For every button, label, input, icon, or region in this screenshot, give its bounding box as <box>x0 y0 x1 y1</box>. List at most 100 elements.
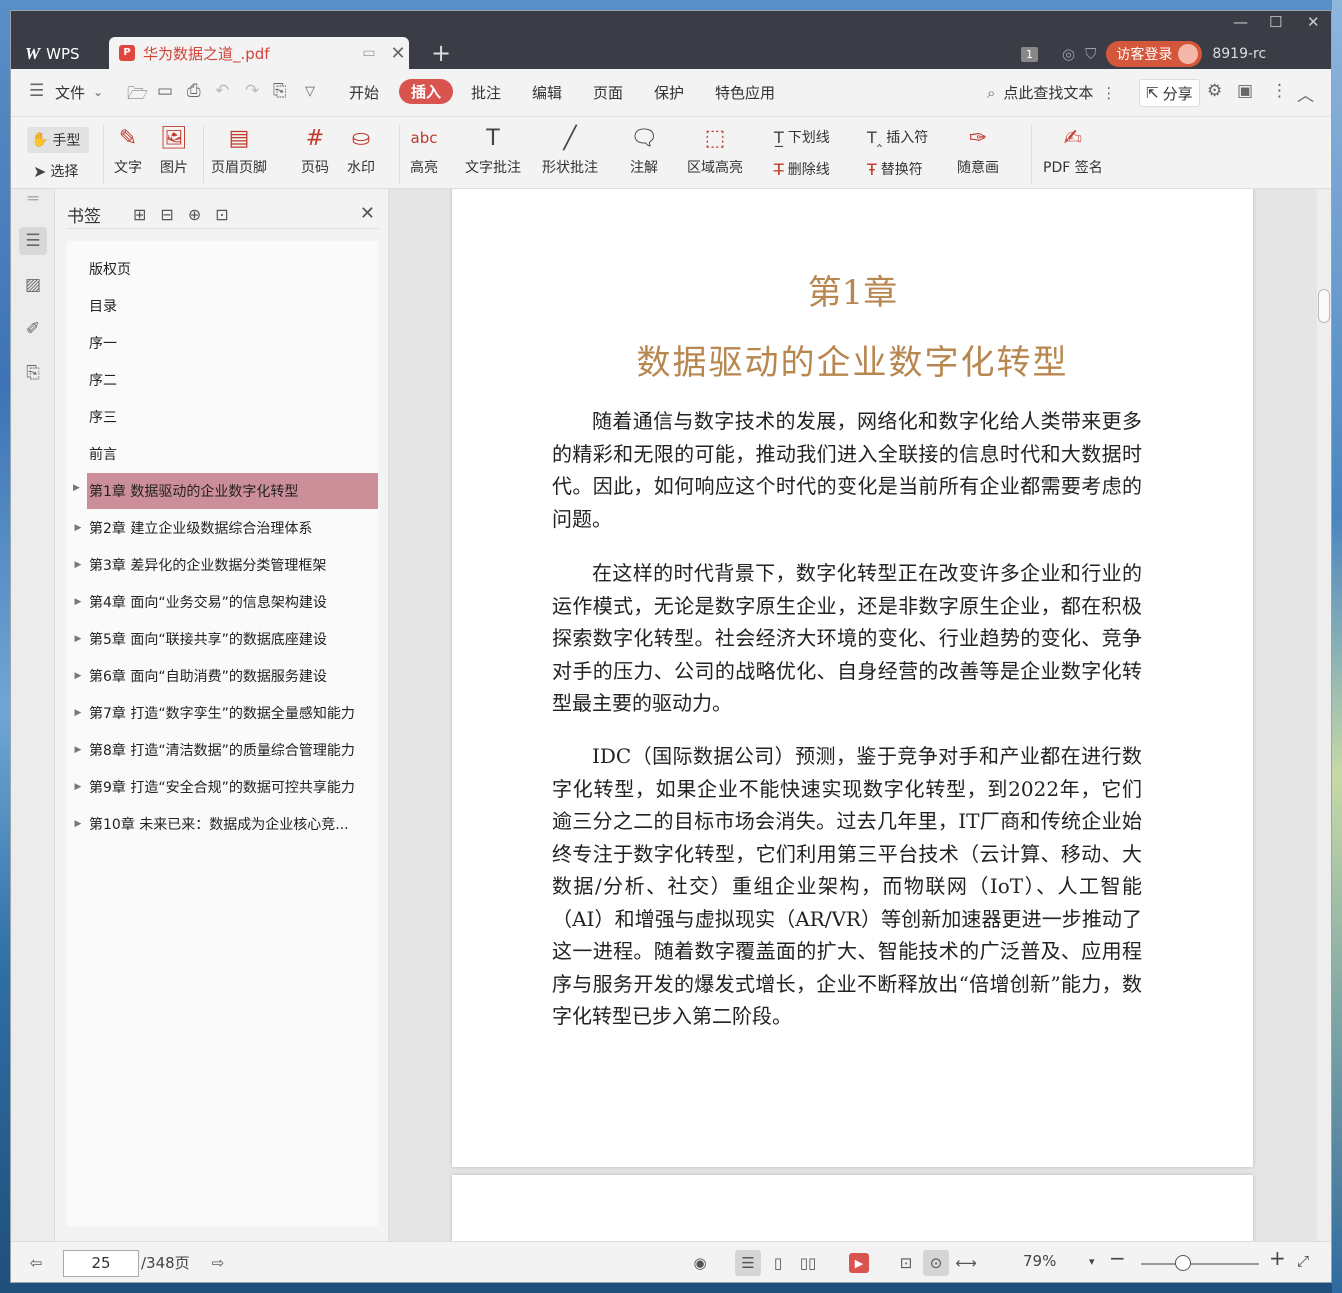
eye-protection-icon[interactable]: ◉ <box>687 1250 713 1276</box>
menu-edit[interactable]: 编辑 <box>532 82 562 103</box>
search-text-button[interactable]: ⌕ 点此查找文本 ⋮ <box>987 82 1116 103</box>
expand-arrow-icon[interactable]: ▶ <box>67 745 89 755</box>
menu-insert[interactable]: 插入 <box>399 79 454 104</box>
header-footer-button[interactable]: ▤ 页眉页脚 <box>211 123 267 177</box>
bookmark-item[interactable]: ▶ 第4章 面向“业务交易”的信息架构建设 <box>67 584 378 620</box>
bookmark-item[interactable]: ▶ 第8章 打造“清洁数据”的质量综合管理能力 <box>67 732 378 768</box>
bookmark-item[interactable]: 序三 <box>67 399 378 435</box>
file-menu[interactable]: 文件 <box>55 82 85 103</box>
hand-tool-button[interactable]: ✋ 手型 <box>27 127 89 153</box>
bookmark-item[interactable]: ▶ 第7章 打造“数字孪生”的数据全量感知能力 <box>67 695 378 731</box>
expand-arrow-icon[interactable]: ▶ <box>67 560 89 570</box>
bookmark-item[interactable]: ▶ 第6章 面向“自助消费”的数据服务建设 <box>67 658 378 694</box>
print-icon[interactable]: ⎙ <box>187 81 201 101</box>
insert-image-button[interactable]: 🖼 图片 <box>159 123 189 177</box>
bookmark-item[interactable]: ▶ 第3章 差异化的企业数据分类管理框架 <box>67 547 378 583</box>
expand-arrow-icon[interactable]: ▶ <box>67 597 89 607</box>
collapse-ribbon-icon[interactable]: ︿ <box>1297 81 1314 106</box>
close-window-icon[interactable]: ✕ <box>1307 13 1320 31</box>
bookmark-item[interactable]: 目录 <box>67 288 378 324</box>
more-quick-icon[interactable]: ▽ <box>305 84 315 99</box>
select-tool-button[interactable]: ➤ 选择 <box>33 161 78 181</box>
more-options-icon[interactable]: ⋮ <box>1271 81 1288 101</box>
new-tab-button[interactable]: + <box>431 39 451 67</box>
open-folder-icon[interactable]: 🗁 <box>127 81 148 110</box>
minimize-icon[interactable]: — <box>1233 13 1248 31</box>
prev-page-icon[interactable]: ⇦ <box>23 1250 49 1276</box>
expand-arrow-icon[interactable]: ▶ <box>67 523 89 533</box>
scrollbar-thumb[interactable] <box>1318 289 1330 323</box>
bookmark-item[interactable]: 前言 <box>67 436 378 472</box>
bookmark-item[interactable]: ▶ 第2章 建立企业级数据综合治理体系 <box>67 510 378 546</box>
continuous-view-icon[interactable]: ☰ <box>735 1250 761 1276</box>
insert-mark-button[interactable]: T‸ 插入符 <box>867 127 928 147</box>
signature-panel-icon[interactable]: ⎘ <box>19 359 47 387</box>
strikethrough-button[interactable]: T̶ 删除线 <box>774 159 830 179</box>
close-tab-icon[interactable]: ✕ <box>387 43 409 64</box>
pdf-sign-button[interactable]: ✍ PDF 签名 <box>1043 123 1103 177</box>
wps-home-tab[interactable]: W WPS <box>11 39 105 69</box>
chat-icon[interactable]: ▣ <box>1237 81 1253 101</box>
bookmark-item[interactable]: ▶ 第10章 未来已来：数据成为企业核心竞... <box>67 806 378 842</box>
zoom-slider-track[interactable] <box>1141 1263 1259 1265</box>
bookmark-item[interactable]: ▶ 第5章 面向“联接共享”的数据底座建设 <box>67 621 378 657</box>
menu-start[interactable]: 开始 <box>349 82 379 103</box>
expand-arrow-icon[interactable]: ▶ <box>67 819 89 829</box>
menu-protect[interactable]: 保护 <box>654 82 684 103</box>
page-number-button[interactable]: # 页码 <box>300 123 330 177</box>
expand-arrow-icon[interactable]: ▶ <box>67 708 89 718</box>
chevron-down-icon[interactable]: ⌄ <box>93 85 103 99</box>
zoom-out-icon[interactable]: − <box>1109 1246 1126 1270</box>
two-page-icon[interactable]: ▯▯ <box>795 1250 821 1276</box>
document-view[interactable]: 第1章 数据驱动的企业数字化转型 随着通信与数字技术的发展，网络化和数字化给人类… <box>389 189 1331 1241</box>
text-comment-button[interactable]: T 文字批注 <box>465 123 521 177</box>
export-icon[interactable]: ⎘ <box>273 81 287 101</box>
drag-handle-icon[interactable]: ═ <box>19 189 47 209</box>
expand-arrow-icon[interactable]: ▶ <box>67 782 89 792</box>
visitor-login-button[interactable]: 访客登录 <box>1106 41 1203 67</box>
single-page-icon[interactable]: ▯ <box>765 1250 791 1276</box>
zoom-dropdown-icon[interactable]: ▾ <box>1089 1255 1095 1268</box>
next-page-icon[interactable]: ⇨ <box>205 1250 231 1276</box>
fit-width-icon[interactable]: ⟷ <box>953 1250 979 1276</box>
freehand-button[interactable]: ✑ 随意画 <box>957 123 999 177</box>
collapse-all-icon[interactable]: ⊟ <box>160 205 173 224</box>
area-highlight-button[interactable]: ⬚ 区域高亮 <box>687 123 743 177</box>
bookmark-list-icon[interactable]: ☰ <box>19 227 47 255</box>
hamburger-icon[interactable]: ☰ <box>29 81 44 101</box>
highlight-button[interactable]: abc 高亮 <box>409 123 439 177</box>
page-number-input[interactable]: 25 <box>63 1250 139 1277</box>
fit-page-icon[interactable]: ⊙ <box>923 1250 949 1276</box>
bookmark-icon[interactable]: ⊡ <box>215 205 228 224</box>
document-tab[interactable]: P 华为数据之道_.pdf ▭ ✕ <box>109 37 409 69</box>
zoom-slider-knob[interactable] <box>1175 1255 1191 1271</box>
annotation-pen-icon[interactable]: ✐ <box>19 315 47 343</box>
bookmark-item[interactable]: 序一 <box>67 325 378 361</box>
bookmark-item[interactable]: 版权页 <box>67 251 378 287</box>
bookmark-item[interactable]: ▶ 第9章 打造“安全合规”的数据可控共享能力 <box>67 769 378 805</box>
add-bookmark-icon[interactable]: ⊕ <box>188 205 201 224</box>
bookmark-item[interactable]: 序二 <box>67 362 378 398</box>
play-icon[interactable]: ▶ <box>849 1253 869 1273</box>
expand-arrow-icon[interactable]: ▶ <box>73 483 80 493</box>
close-panel-icon[interactable]: ✕ <box>360 203 375 224</box>
menu-features[interactable]: 特色应用 <box>715 82 775 103</box>
replace-mark-button[interactable]: Ŧ 替换符 <box>867 159 923 179</box>
undo-icon[interactable]: ↶ <box>215 81 229 101</box>
expand-arrow-icon[interactable]: ▶ <box>67 671 89 681</box>
screen-icon[interactable]: ▭ <box>359 45 379 61</box>
expand-all-icon[interactable]: ⊞ <box>133 205 146 224</box>
shape-comment-button[interactable]: ╱ 形状批注 <box>542 123 598 177</box>
bookmark-item-selected[interactable]: 第1章 数据驱动的企业数字化转型 <box>87 473 378 509</box>
thumbnail-icon[interactable]: ▨ <box>19 271 47 299</box>
vertical-scrollbar[interactable] <box>1317 189 1331 1241</box>
share-button[interactable]: ⇱ 分享 <box>1139 79 1200 107</box>
zoom-level[interactable]: 79% <box>1023 1252 1056 1270</box>
shirt-icon[interactable]: ⛉ <box>1085 45 1096 63</box>
note-button[interactable]: 🗨 注解 <box>629 123 659 177</box>
redo-icon[interactable]: ↷ <box>245 81 259 101</box>
more-vertical-icon[interactable]: ⋮ <box>1101 84 1116 102</box>
save-icon[interactable]: ▭ <box>157 81 173 101</box>
watermark-button[interactable]: ⛀ 水印 <box>346 123 376 177</box>
fullscreen-icon[interactable]: ⤢ <box>1297 1252 1309 1270</box>
